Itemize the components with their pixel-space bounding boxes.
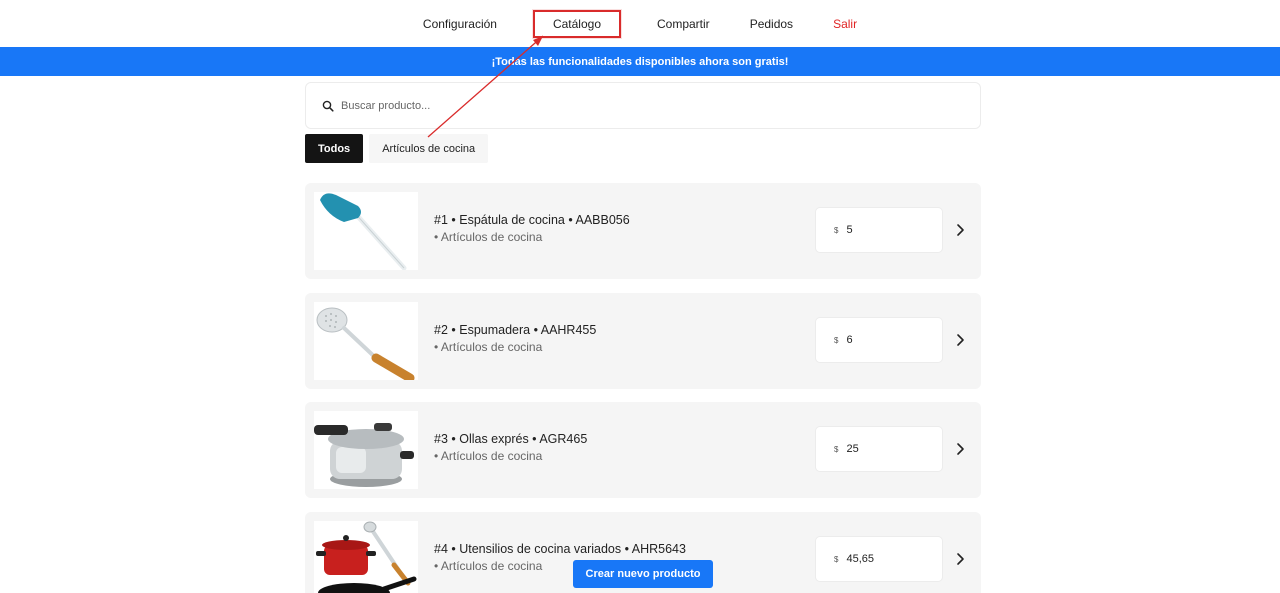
product-title: #3 • Ollas exprés • AGR465 [434, 432, 588, 446]
create-product-button[interactable]: Crear nuevo producto [573, 560, 713, 588]
filter-articulos-de-cocina[interactable]: Artículos de cocina [369, 134, 489, 163]
price-field[interactable]: $ 25 [815, 426, 943, 472]
price-value: 5 [846, 224, 853, 236]
product-row[interactable]: #3 • Ollas exprés • AGR465 • Artículos d… [305, 402, 981, 498]
currency-symbol: $ [834, 444, 839, 454]
price-field[interactable]: $ 45,65 [815, 536, 943, 582]
top-nav: Configuración Catálogo Compartir Pedidos… [0, 0, 1280, 47]
currency-symbol: $ [834, 225, 839, 235]
nav-salir[interactable]: Salir [829, 11, 861, 37]
search-input[interactable] [341, 99, 941, 112]
nav-compartir[interactable]: Compartir [653, 11, 714, 37]
chevron-right-icon[interactable] [953, 440, 969, 458]
product-row[interactable]: #1 • Espátula de cocina • AABB056 • Artí… [305, 183, 981, 279]
product-category: • Artículos de cocina [434, 230, 543, 244]
search-bar[interactable] [305, 82, 981, 129]
price-field[interactable]: $ 5 [815, 207, 943, 253]
skimmer-image [314, 302, 418, 380]
price-value: 45,65 [846, 553, 874, 565]
chevron-right-icon[interactable] [953, 331, 969, 349]
spatula-image [314, 192, 418, 270]
price-field[interactable]: $ 6 [815, 317, 943, 363]
nav-catalogo[interactable]: Catálogo [532, 9, 621, 38]
promo-banner: ¡Todas las funcionalidades disponibles a… [0, 47, 1280, 76]
currency-symbol: $ [834, 554, 839, 564]
pressure-cooker-image [314, 411, 418, 489]
product-title: #1 • Espátula de cocina • AABB056 [434, 213, 630, 227]
price-value: 25 [846, 443, 859, 455]
product-title: #4 • Utensilios de cocina variados • AHR… [434, 542, 686, 556]
search-icon [322, 100, 334, 112]
filter-todos[interactable]: Todos [305, 134, 364, 163]
chevron-right-icon[interactable] [953, 221, 969, 239]
product-category: • Artículos de cocina [434, 449, 543, 463]
category-filters: Todos Artículos de cocina [305, 134, 489, 163]
cookware-set-image [314, 521, 418, 593]
product-category: • Artículos de cocina [434, 340, 543, 354]
nav-configuracion[interactable]: Configuración [419, 11, 501, 37]
product-row[interactable]: #2 • Espumadera • AAHR455 • Artículos de… [305, 293, 981, 389]
currency-symbol: $ [834, 335, 839, 345]
chevron-right-icon[interactable] [953, 550, 969, 568]
price-value: 6 [846, 334, 853, 346]
nav-pedidos[interactable]: Pedidos [746, 11, 797, 37]
product-title: #2 • Espumadera • AAHR455 [434, 323, 597, 337]
